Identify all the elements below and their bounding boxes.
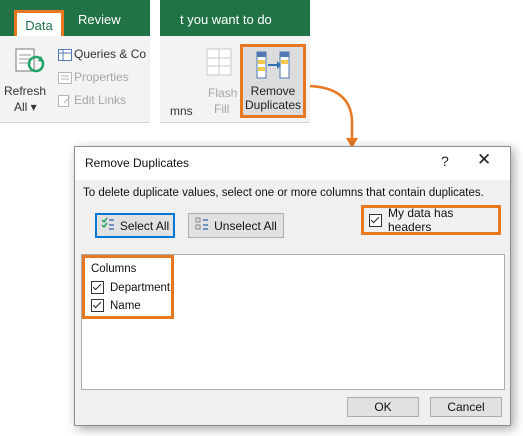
help-icon[interactable]: ? xyxy=(441,153,449,169)
dialog-title: Remove Duplicates xyxy=(85,156,190,170)
my-data-has-headers-highlight: My data has headers xyxy=(361,205,501,235)
columns-header: Columns xyxy=(91,263,137,275)
dialog-instruction: To delete duplicate values, select one o… xyxy=(83,187,484,199)
column-item-department[interactable]: Department xyxy=(91,281,170,294)
select-all-label: Select All xyxy=(119,218,170,233)
name-checkbox[interactable] xyxy=(91,299,104,312)
unselect-all-icon xyxy=(195,217,209,234)
cancel-button[interactable]: Cancel xyxy=(430,397,502,417)
ok-button[interactable]: OK xyxy=(347,397,419,417)
name-label: Name xyxy=(110,299,141,312)
column-item-name[interactable]: Name xyxy=(91,299,141,312)
department-checkbox[interactable] xyxy=(91,281,104,294)
my-data-has-headers-label[interactable]: My data has headers xyxy=(388,206,498,234)
select-all-button[interactable]: Select All xyxy=(95,213,175,238)
dialog-title-bar: Remove Duplicates ? ✕ xyxy=(75,147,510,180)
columns-highlight: Columns Department Name xyxy=(82,255,174,319)
unselect-all-button[interactable]: Unselect All xyxy=(188,213,284,238)
close-icon[interactable]: ✕ xyxy=(477,150,491,170)
select-all-icon xyxy=(101,217,115,234)
remove-duplicates-dialog: Remove Duplicates ? ✕ To delete duplicat… xyxy=(74,146,511,426)
my-data-has-headers-checkbox[interactable] xyxy=(369,213,382,227)
unselect-all-label: Unselect All xyxy=(214,218,277,233)
department-label: Department xyxy=(110,281,171,294)
columns-list: Columns Department Name xyxy=(81,254,505,390)
